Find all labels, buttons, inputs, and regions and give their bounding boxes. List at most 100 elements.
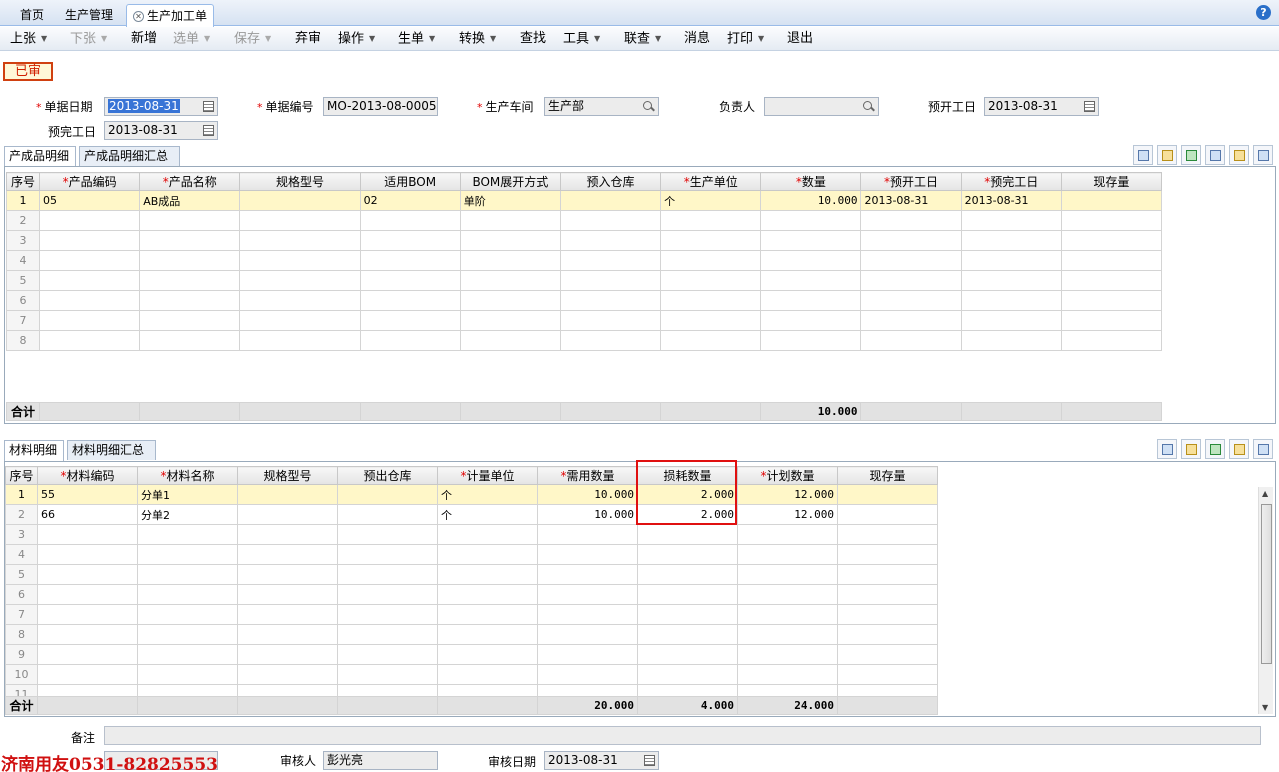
table-cell[interactable]	[239, 230, 361, 251]
table-cell[interactable]	[237, 564, 338, 585]
doc-no-field[interactable]: MO-2013-08-0005	[323, 97, 438, 116]
scroll-thumb[interactable]	[1261, 504, 1272, 664]
tab-production-management[interactable]: 生产管理	[59, 4, 119, 26]
table-cell[interactable]	[960, 310, 1062, 331]
table-cell[interactable]	[237, 584, 338, 605]
table-cell[interactable]	[337, 504, 438, 525]
column-header[interactable]: *预完工日	[960, 172, 1062, 191]
table-row[interactable]: 5	[5, 270, 1163, 291]
table-cell[interactable]	[1060, 190, 1163, 211]
calendar-icon[interactable]	[203, 125, 214, 136]
table-cell[interactable]	[760, 270, 862, 291]
table-cell[interactable]	[137, 584, 238, 605]
table-cell[interactable]	[737, 524, 838, 545]
table-cell[interactable]	[237, 524, 338, 545]
table-cell[interactable]	[837, 544, 938, 565]
table-cell[interactable]: 2013-08-31	[860, 190, 962, 211]
table-row[interactable]: 4	[5, 250, 1163, 271]
column-header[interactable]: 序号	[5, 172, 41, 191]
table-cell[interactable]	[637, 644, 738, 665]
tab-home[interactable]: 首页	[14, 4, 50, 26]
table-cell[interactable]	[37, 544, 138, 565]
toolbar-button-1[interactable]: 下张 ▼	[70, 31, 107, 48]
table-cell[interactable]	[37, 524, 138, 545]
table-cell[interactable]	[139, 270, 241, 291]
table-cell[interactable]	[960, 290, 1062, 311]
auditor-field[interactable]: 彭光亮	[323, 751, 438, 770]
table-cell[interactable]	[337, 484, 438, 505]
table-cell[interactable]	[459, 250, 561, 271]
material-grid-scrollbar[interactable]: ▲ ▼	[1258, 487, 1273, 714]
help-icon[interactable]: ?	[1256, 5, 1271, 20]
table-cell[interactable]	[537, 664, 638, 685]
table-cell[interactable]	[760, 290, 862, 311]
toolbar-button-5[interactable]: 弃审	[295, 31, 321, 47]
doc-date-field[interactable]: 2013-08-31	[104, 97, 218, 116]
table-cell[interactable]	[837, 564, 938, 585]
table-cell[interactable]: 10.000	[537, 484, 638, 505]
toolbar-button-11[interactable]: 联查 ▼	[624, 31, 661, 48]
table-cell[interactable]	[237, 624, 338, 645]
table-cell[interactable]	[437, 624, 538, 645]
table-cell[interactable]	[137, 624, 238, 645]
table-cell[interactable]	[837, 584, 938, 605]
plan-start-field[interactable]: 2013-08-31	[984, 97, 1099, 116]
table-cell[interactable]	[537, 644, 638, 665]
toolbar-button-3[interactable]: 选单 ▼	[173, 31, 210, 48]
table-cell[interactable]	[37, 584, 138, 605]
table-cell[interactable]	[837, 644, 938, 665]
table-cell[interactable]	[860, 310, 962, 331]
table-cell[interactable]	[37, 624, 138, 645]
table-cell[interactable]	[337, 644, 438, 665]
table-cell[interactable]	[537, 624, 638, 645]
table-cell[interactable]	[137, 524, 238, 545]
table-cell[interactable]	[39, 230, 141, 251]
table-cell[interactable]	[737, 584, 838, 605]
table-cell[interactable]	[1060, 210, 1163, 231]
table-cell[interactable]	[359, 310, 461, 331]
chevron-down-icon[interactable]: ▼	[265, 34, 271, 43]
table-cell[interactable]	[1060, 230, 1163, 251]
copy-icon[interactable]	[1133, 145, 1153, 165]
table-row[interactable]: 2	[5, 210, 1163, 231]
table-cell[interactable]	[837, 624, 938, 645]
table-cell[interactable]	[39, 210, 141, 231]
table-cell[interactable]: 2013-08-31	[960, 190, 1062, 211]
table-cell[interactable]	[459, 230, 561, 251]
table-row[interactable]: 8	[5, 624, 938, 645]
column-header[interactable]: *计划数量	[737, 466, 838, 485]
column-header[interactable]: *计量单位	[437, 466, 538, 485]
table-cell[interactable]	[737, 564, 838, 585]
table-cell[interactable]	[637, 544, 738, 565]
table-cell[interactable]	[960, 210, 1062, 231]
table-cell[interactable]	[39, 330, 141, 351]
column-header[interactable]: *材料名称	[137, 466, 238, 485]
table-row[interactable]: 4	[5, 544, 938, 565]
column-header[interactable]: *生产单位	[660, 172, 762, 191]
column-header[interactable]: *产品名称	[139, 172, 241, 191]
table-cell[interactable]	[660, 250, 762, 271]
column-header[interactable]: *数量	[760, 172, 862, 191]
owner-field[interactable]	[764, 97, 879, 116]
remark-field[interactable]	[104, 726, 1261, 745]
table-cell[interactable]	[760, 210, 862, 231]
workshop-field[interactable]: 生产部	[544, 97, 659, 116]
column-header[interactable]: 序号	[5, 466, 38, 485]
table-cell[interactable]: 10.000	[537, 504, 638, 525]
table-cell[interactable]	[559, 210, 662, 231]
toolbar-button-6[interactable]: 操作 ▼	[338, 31, 375, 48]
table-cell[interactable]: AB成品	[139, 190, 241, 211]
table-cell[interactable]	[337, 664, 438, 685]
table-cell[interactable]	[1060, 250, 1163, 271]
table-cell[interactable]	[837, 504, 938, 525]
table-cell[interactable]	[660, 310, 762, 331]
table-cell[interactable]	[459, 330, 561, 351]
table-cell[interactable]	[337, 604, 438, 625]
toolbar-button-9[interactable]: 查找	[520, 31, 546, 47]
table-cell[interactable]	[437, 664, 538, 685]
table-cell[interactable]	[737, 664, 838, 685]
table-cell[interactable]	[137, 564, 238, 585]
column-header[interactable]: 规格型号	[237, 466, 338, 485]
table-cell[interactable]: 12.000	[737, 484, 838, 505]
table-cell[interactable]	[37, 664, 138, 685]
